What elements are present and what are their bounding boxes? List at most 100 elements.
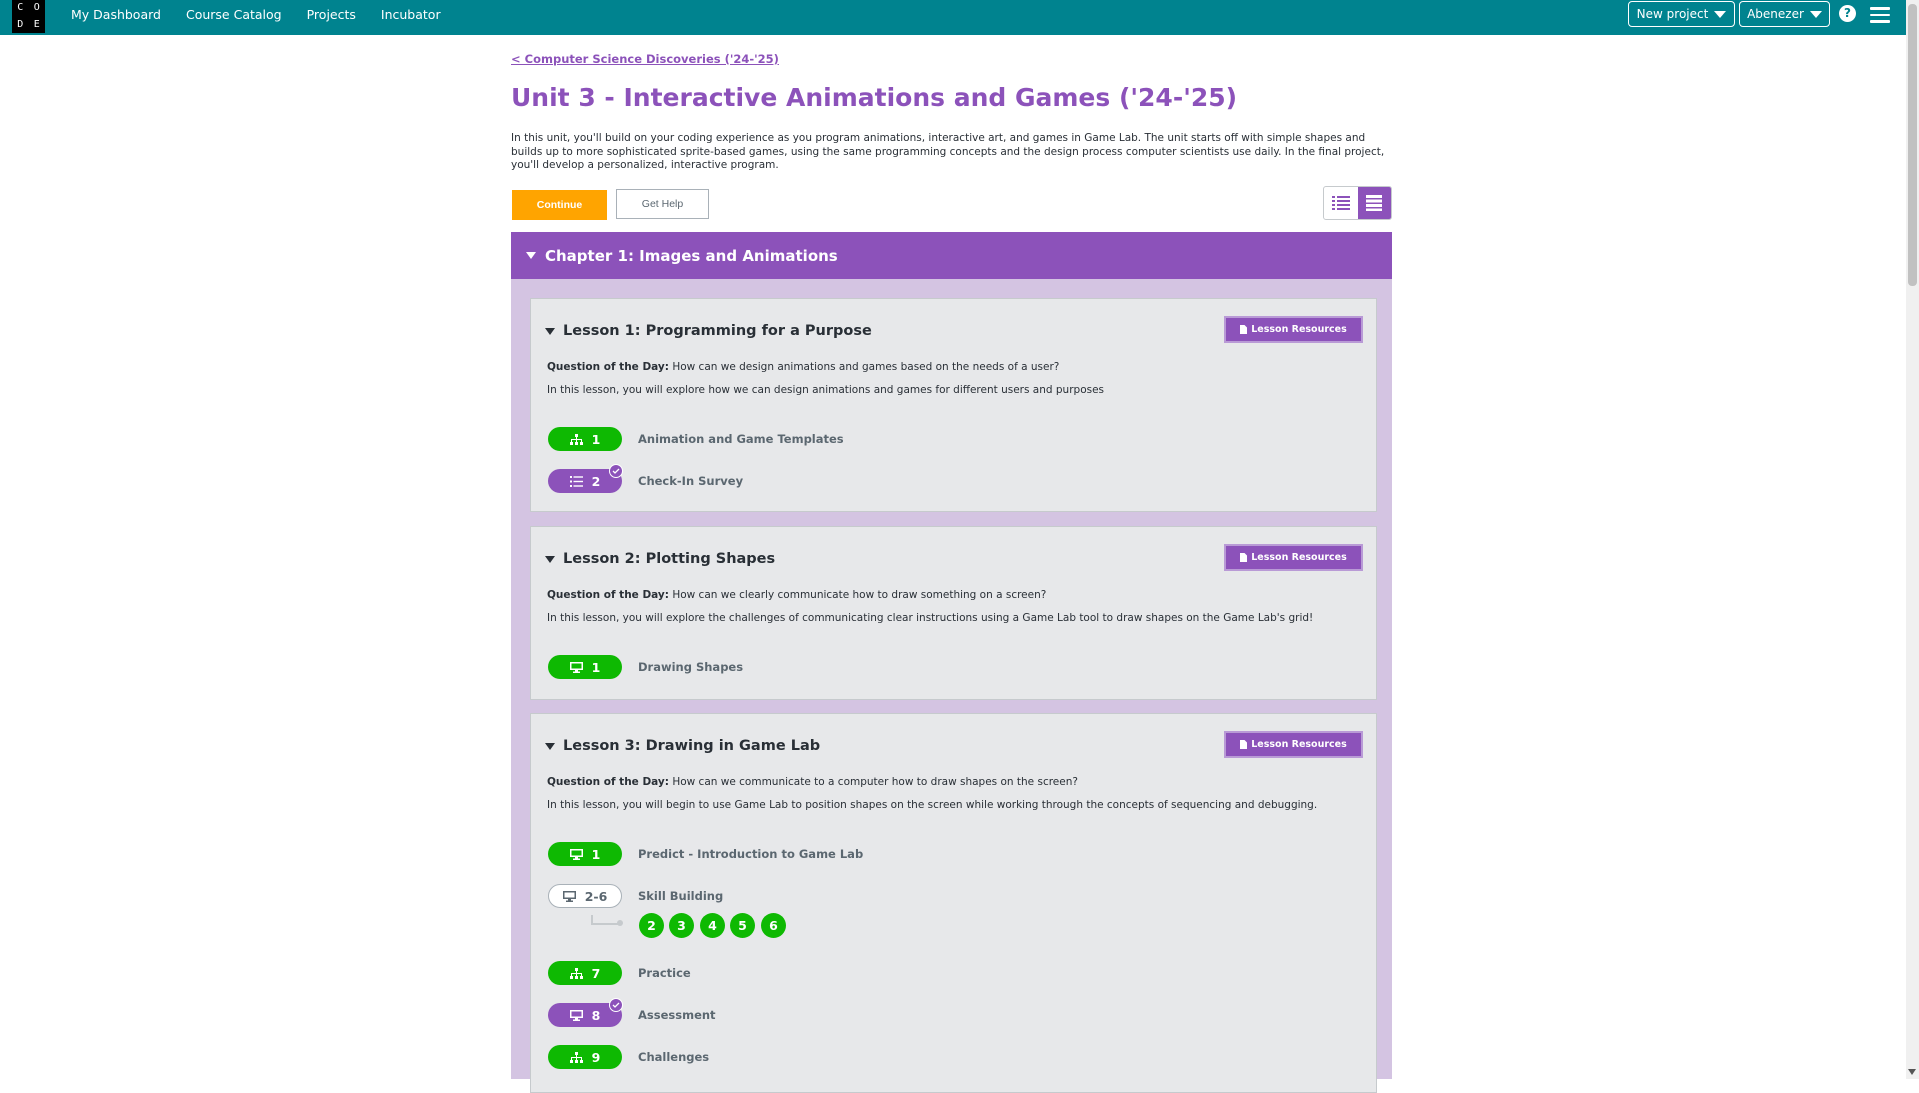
- sublevel-bubble[interactable]: 2: [639, 913, 664, 938]
- chevron-down-icon: [1714, 10, 1727, 18]
- list-view-icon[interactable]: [1324, 187, 1358, 219]
- help-icon[interactable]: ?: [1839, 5, 1856, 22]
- level-number: 1: [591, 659, 601, 675]
- desktop-icon: [569, 1009, 583, 1021]
- completed-check-icon: [609, 998, 623, 1012]
- desktop-icon: [569, 848, 583, 860]
- lesson-resources-button[interactable]: Lesson Resources: [1224, 544, 1363, 571]
- nav-projects[interactable]: Projects: [307, 7, 356, 22]
- sublevel-connector: [591, 915, 620, 925]
- document-icon: [1240, 740, 1248, 749]
- level-bubble[interactable]: 9: [548, 1045, 622, 1069]
- sublevel-bubble[interactable]: 3: [669, 913, 694, 938]
- lesson-title-text: Lesson 3: Drawing in Game Lab: [563, 738, 821, 754]
- lesson-card: Lesson 1: Programming for a Purpose Less…: [530, 298, 1377, 512]
- lesson-title[interactable]: Lesson 2: Plotting Shapes: [545, 551, 775, 567]
- list-icon: [569, 475, 583, 487]
- hamburger-menu-icon[interactable]: [1870, 7, 1890, 23]
- sublevel-bubble[interactable]: 6: [761, 913, 786, 938]
- level-number: 1: [591, 846, 601, 862]
- get-help-button[interactable]: Get Help: [616, 189, 709, 219]
- sublevel-bubble[interactable]: 5: [730, 913, 755, 938]
- collapse-triangle-icon[interactable]: [545, 742, 555, 750]
- logo-letter: E: [33, 18, 40, 30]
- desktop-icon: [562, 890, 576, 902]
- qotd-label: Question of the Day:: [547, 361, 669, 373]
- nav-course-catalog[interactable]: Course Catalog: [186, 7, 282, 22]
- level-bubble[interactable]: 2-6: [548, 884, 622, 908]
- level-number: 2: [591, 473, 601, 489]
- desktop-icon: [569, 661, 583, 673]
- qotd-text: How can we communicate to a computer how…: [672, 776, 1078, 788]
- qotd-text: How can we design animations and games b…: [672, 361, 1060, 373]
- level-bubble[interactable]: 2: [548, 464, 623, 493]
- level-name[interactable]: Drawing Shapes: [638, 660, 743, 674]
- level-name[interactable]: Check-In Survey: [638, 474, 743, 488]
- user-name: Abenezer: [1747, 7, 1804, 21]
- lesson-title[interactable]: Lesson 3: Drawing in Game Lab: [545, 738, 820, 754]
- page-title: Unit 3 - Interactive Animations and Game…: [511, 83, 1238, 112]
- level-bubble[interactable]: 1: [548, 842, 622, 866]
- user-menu-button[interactable]: Abenezer: [1739, 1, 1830, 27]
- code-org-logo[interactable]: C O D E: [12, 0, 45, 33]
- lesson-resources-label: Lesson Resources: [1251, 324, 1347, 335]
- lesson-resources-button[interactable]: Lesson Resources: [1224, 316, 1363, 343]
- lesson-description: In this lesson, you will explore how we …: [547, 384, 1105, 396]
- logo-letter: C: [17, 2, 24, 13]
- view-toggle: [1323, 186, 1392, 220]
- continue-button[interactable]: Continue: [512, 190, 607, 220]
- level-name[interactable]: Animation and Game Templates: [638, 432, 844, 446]
- sublevel-connector-dot: [617, 920, 623, 926]
- collapse-triangle-icon[interactable]: [545, 555, 555, 563]
- level-number: 9: [591, 1049, 601, 1065]
- nav-incubator[interactable]: Incubator: [381, 7, 441, 22]
- collapse-triangle-icon[interactable]: [526, 252, 536, 259]
- scroll-down-arrow-icon[interactable]: [1908, 1069, 1916, 1075]
- level-name[interactable]: Challenges: [638, 1050, 709, 1064]
- top-navigation-bar: C O D E My Dashboard Course Catalog Proj…: [0, 0, 1919, 35]
- nav-my-dashboard[interactable]: My Dashboard: [71, 7, 161, 22]
- breadcrumb[interactable]: < Computer Science Discoveries ('24-'25): [511, 52, 779, 66]
- lesson-resources-label: Lesson Resources: [1251, 739, 1347, 750]
- lesson-description: In this lesson, you will begin to use Ga…: [547, 799, 1318, 811]
- question-of-the-day: Question of the Day: How can we design a…: [547, 361, 1059, 373]
- new-project-button[interactable]: New project: [1628, 1, 1735, 27]
- document-icon: [1240, 325, 1248, 334]
- sitemap-icon: [569, 433, 583, 445]
- level-number: 8: [591, 1007, 601, 1023]
- question-of-the-day: Question of the Day: How can we clearly …: [547, 589, 1046, 601]
- sublevel-bubble[interactable]: 4: [700, 913, 725, 938]
- document-icon: [1240, 553, 1248, 562]
- lesson-title[interactable]: Lesson 1: Programming for a Purpose: [545, 323, 872, 339]
- qotd-label: Question of the Day:: [547, 776, 669, 788]
- collapse-triangle-icon[interactable]: [545, 327, 555, 335]
- level-bubble[interactable]: 1: [548, 655, 622, 679]
- sitemap-icon: [569, 967, 583, 979]
- qotd-text: How can we clearly communicate how to dr…: [672, 589, 1047, 601]
- page-scrollbar[interactable]: [1906, 0, 1919, 1079]
- qotd-label: Question of the Day:: [547, 589, 669, 601]
- level-number: 1: [591, 431, 601, 447]
- level-name[interactable]: Assessment: [638, 1008, 716, 1022]
- lesson-resources-button[interactable]: Lesson Resources: [1224, 731, 1363, 758]
- level-number: 7: [591, 965, 601, 981]
- detail-view-icon[interactable]: [1357, 187, 1391, 219]
- level-name[interactable]: Predict - Introduction to Game Lab: [638, 847, 863, 861]
- question-of-the-day: Question of the Day: How can we communic…: [547, 776, 1078, 788]
- level-bubble[interactable]: 7: [548, 961, 622, 985]
- level-number: 2-6: [584, 888, 608, 904]
- level-bubble[interactable]: 1: [548, 427, 622, 451]
- level-name[interactable]: Practice: [638, 966, 691, 980]
- sitemap-icon: [569, 1051, 583, 1063]
- logo-letter: O: [33, 2, 40, 13]
- level-name[interactable]: Skill Building: [638, 889, 723, 903]
- lesson-resources-label: Lesson Resources: [1251, 552, 1347, 563]
- level-bubble[interactable]: 8: [548, 998, 623, 1027]
- completed-check-icon: [609, 464, 623, 478]
- chapter-header[interactable]: Chapter 1: Images and Animations: [511, 232, 1392, 279]
- main-nav: My Dashboard Course Catalog Projects Inc…: [71, 0, 441, 28]
- logo-letter: D: [17, 18, 24, 30]
- scrollbar-thumb[interactable]: [1908, 4, 1917, 286]
- lesson-card: Lesson 3: Drawing in Game Lab Lesson Res…: [530, 713, 1377, 1093]
- unit-description: In this unit, you'll build on your codin…: [511, 132, 1385, 171]
